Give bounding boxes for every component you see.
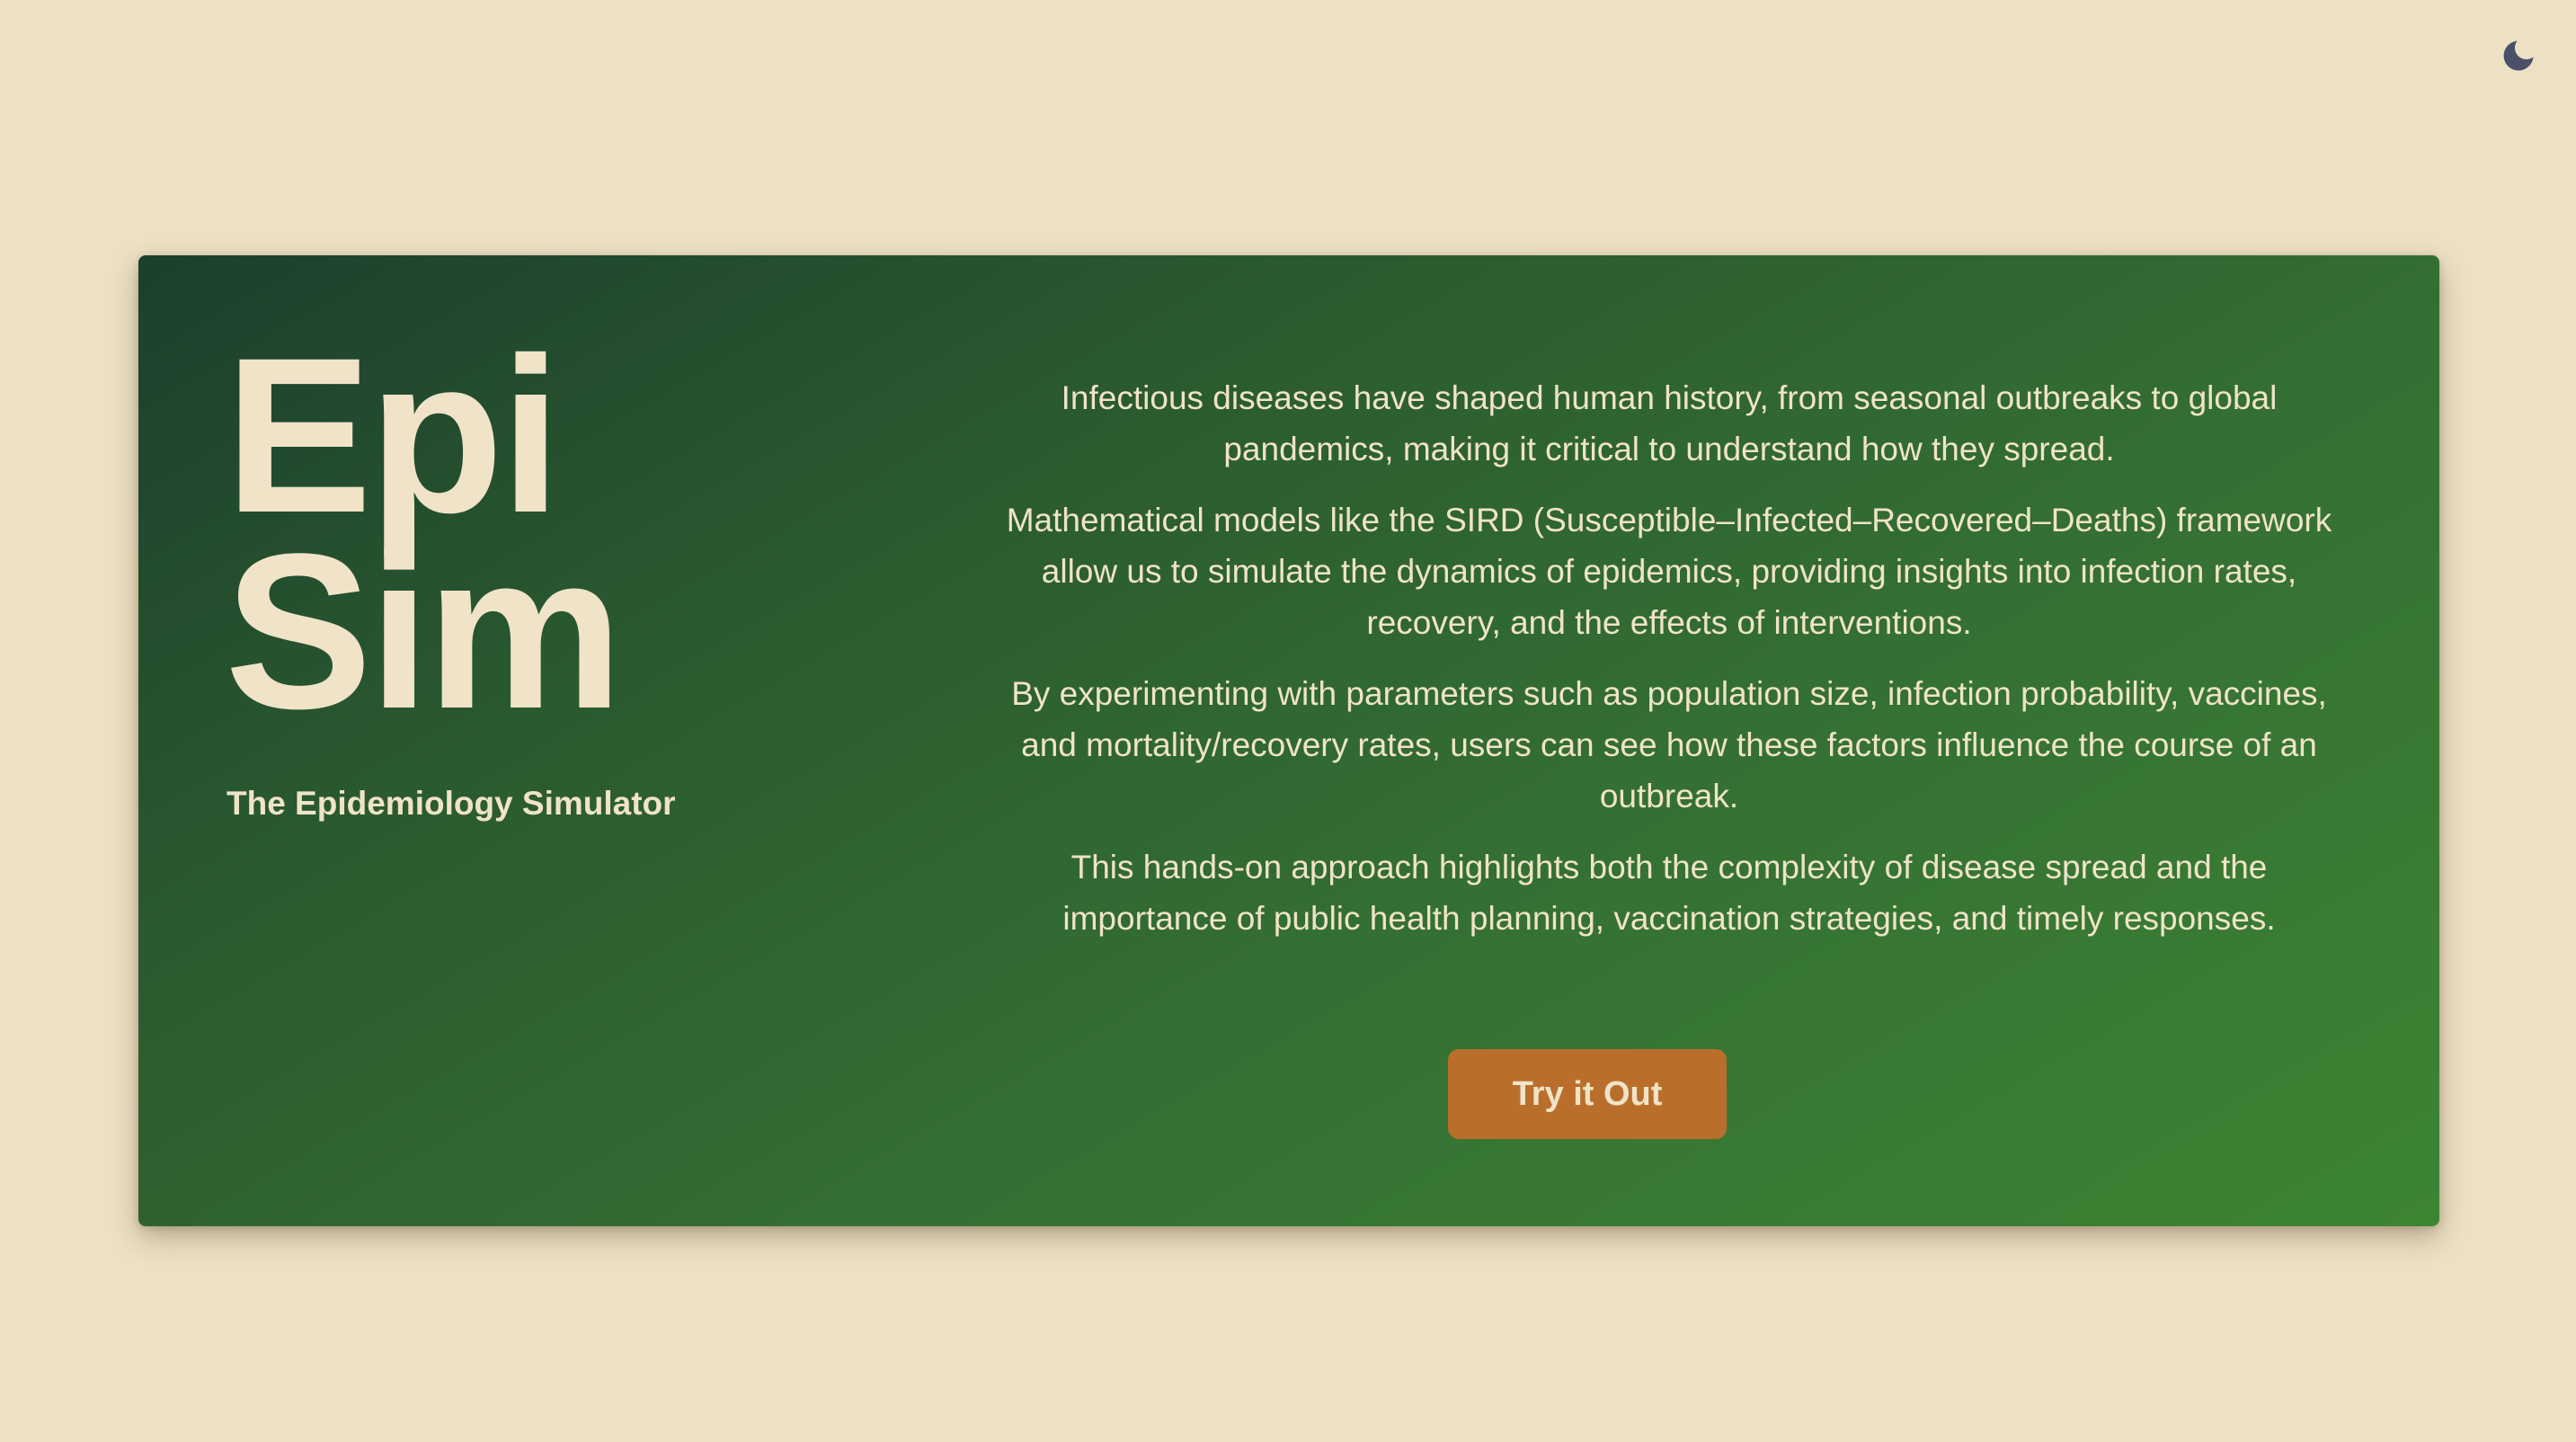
intro-paragraph-4: This hands-on approach highlights both t… <box>1062 849 2276 937</box>
app-title-line-2: Sim <box>225 508 623 755</box>
app-subtitle: The Epidemiology Simulator <box>227 785 676 822</box>
intro-paragraph-2: Mathematical models like the SIRD (Susce… <box>1006 502 2332 641</box>
app-title-line-1: Epi <box>225 312 562 559</box>
moon-icon <box>2503 40 2534 71</box>
intro-text: Infectious diseases have shaped human hi… <box>848 372 2490 964</box>
hero-card: Epi Sim The Epidemiology Simulator Infec… <box>138 255 2439 1226</box>
app-title: Epi Sim <box>225 312 623 755</box>
intro-paragraph-3: By experimenting with parameters such as… <box>1011 675 2327 814</box>
intro-paragraph-1: Infectious diseases have shaped human hi… <box>1061 379 2278 467</box>
try-it-out-button[interactable]: Try it Out <box>1448 1049 1727 1139</box>
theme-toggle-button[interactable] <box>2497 34 2540 77</box>
